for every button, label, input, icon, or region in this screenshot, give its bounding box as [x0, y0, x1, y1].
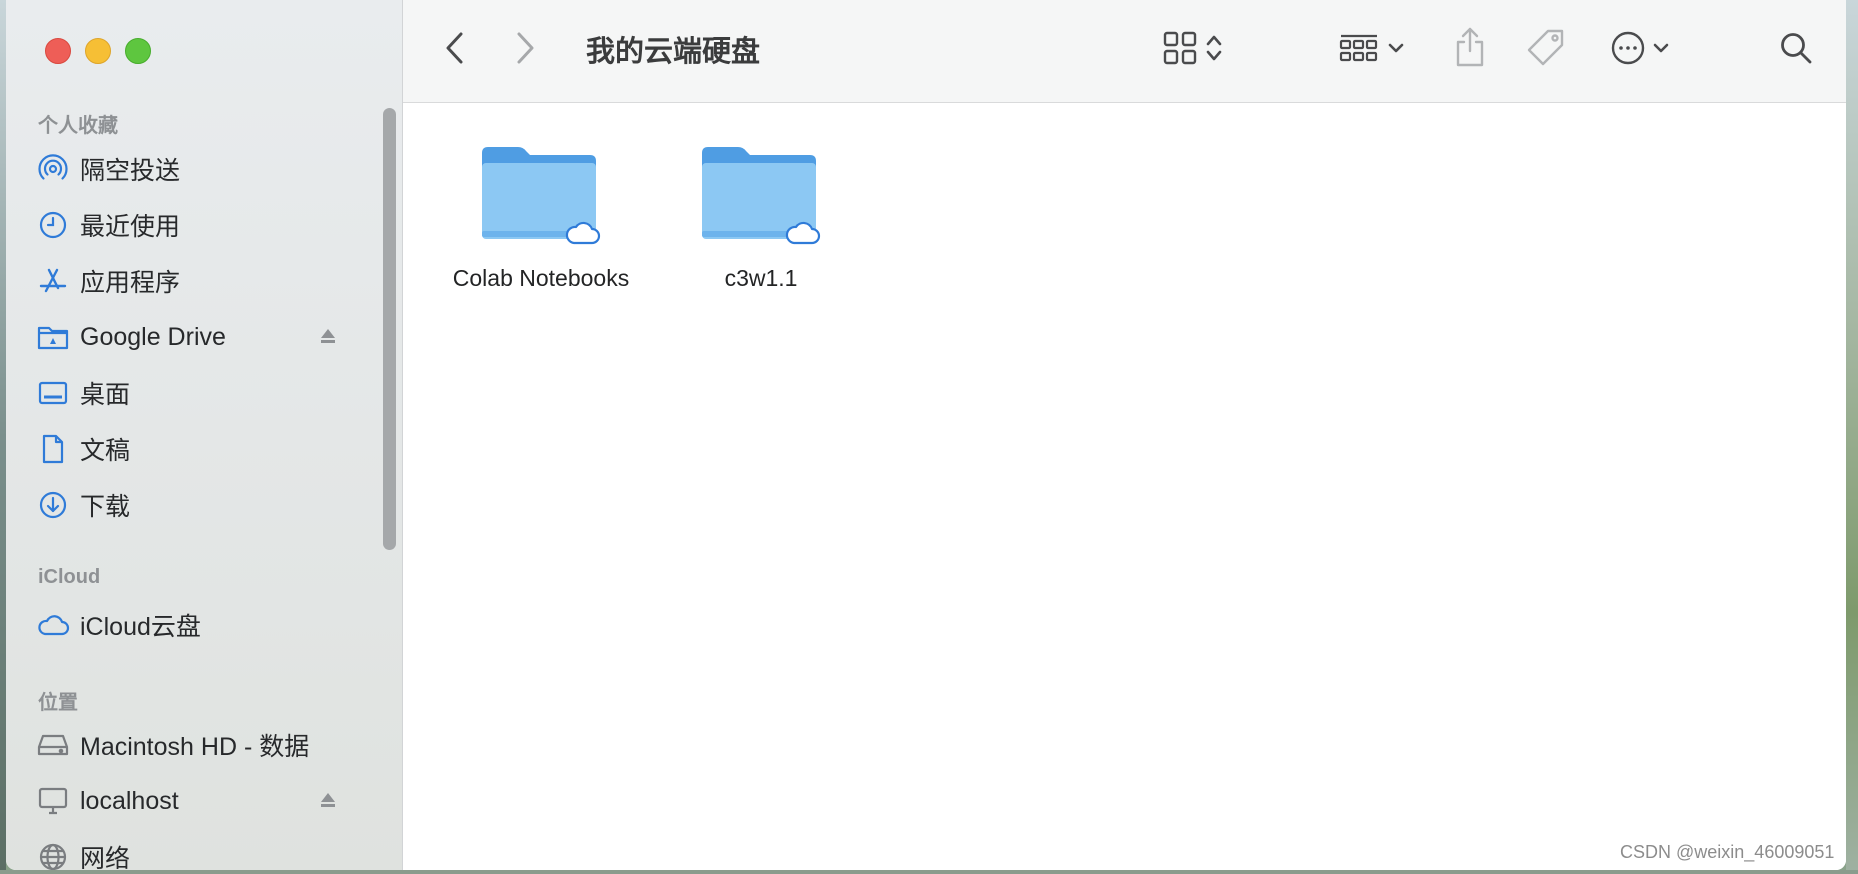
window-title: 我的云端硬盘 [586, 36, 761, 68]
file-item-folder[interactable]: Colab Notebooks [436, 103, 646, 291]
maximize-button[interactable] [125, 38, 151, 64]
search-button[interactable] [1774, 28, 1818, 72]
airdrop-icon [36, 152, 70, 186]
sidebar-item-google-drive[interactable]: Google Drive [28, 313, 368, 361]
chevron-down-icon [1652, 41, 1670, 60]
google-drive-folder-icon [36, 320, 70, 354]
finder-window: 个人收藏 隔空投送 最近使用 应用程序 Google Drive 桌面 文稿 下… [6, 0, 1846, 870]
network-icon [36, 840, 70, 870]
search-icon [1779, 31, 1813, 70]
sidebar-item-label: 网络 [80, 845, 131, 870]
sidebar-item-macintosh-hd[interactable]: Macintosh HD - 数据 [28, 721, 368, 769]
applications-icon [36, 264, 70, 298]
eject-icon[interactable] [318, 790, 340, 812]
file-name: Colab Notebooks [452, 265, 630, 291]
sidebar-item-documents[interactable]: 文稿 [28, 425, 368, 473]
sidebar-item-downloads[interactable]: 下载 [28, 481, 368, 529]
download-icon [36, 488, 70, 522]
chevron-left-icon [444, 31, 466, 70]
cloud-folder-icon [478, 139, 604, 249]
hard-drive-icon [36, 728, 70, 762]
section-label-locations: 位置 [38, 692, 78, 714]
watermark: CSDN @weixin_46009051 [1620, 842, 1835, 862]
sidebar-scrollbar-thumb[interactable] [383, 108, 396, 550]
file-browser-content: Colab Notebooks c3w1.1 [403, 103, 1846, 870]
group-grid-icon [1339, 33, 1379, 68]
share-icon [1454, 27, 1486, 72]
sidebar-item-label: 下载 [80, 493, 131, 521]
desktop-background-bottom [0, 870, 1858, 874]
share-button[interactable] [1448, 24, 1492, 74]
tag-button[interactable] [1521, 26, 1571, 74]
desktop-background-right [1846, 0, 1858, 874]
sidebar-item-localhost[interactable]: localhost [28, 777, 368, 825]
ellipsis-circle-icon [1610, 30, 1646, 71]
sidebar-item-label: localhost [80, 786, 179, 815]
close-button[interactable] [45, 38, 71, 64]
toolbar: 我的云端硬盘 [403, 0, 1846, 103]
file-name: c3w1.1 [724, 265, 798, 291]
section-label-favorites: 个人收藏 [38, 115, 118, 137]
sidebar-item-label: 应用程序 [80, 269, 181, 297]
sidebar-item-label: Macintosh HD - 数据 [80, 733, 310, 761]
sidebar-item-applications[interactable]: 应用程序 [28, 257, 368, 305]
cloud-folder-icon [698, 139, 824, 249]
sidebar-item-label: 隔空投送 [80, 157, 181, 185]
icloud-icon [36, 608, 70, 642]
sidebar-item-label: Google Drive [80, 322, 226, 351]
chevron-right-icon [514, 31, 536, 70]
back-button[interactable] [437, 30, 473, 70]
chevron-updown-icon [1205, 31, 1223, 70]
desktop-icon [36, 376, 70, 410]
computer-icon [36, 784, 70, 818]
document-icon [36, 432, 70, 466]
sidebar-scrollbar[interactable] [380, 104, 396, 554]
chevron-down-icon [1387, 41, 1405, 60]
sidebar-item-recents[interactable]: 最近使用 [28, 201, 368, 249]
eject-icon[interactable] [318, 326, 340, 348]
tag-icon [1526, 28, 1566, 73]
section-label-icloud: iCloud [38, 566, 101, 588]
file-item-folder[interactable]: c3w1.1 [656, 103, 866, 291]
sidebar-item-label: iCloud云盘 [80, 613, 201, 641]
sidebar-item-label: 桌面 [80, 381, 131, 409]
sidebar-item-airdrop[interactable]: 隔空投送 [28, 145, 368, 193]
sidebar-item-icloud-drive[interactable]: iCloud云盘 [28, 601, 368, 649]
sidebar-item-label: 最近使用 [80, 213, 181, 241]
forward-button[interactable] [507, 30, 543, 70]
minimize-button[interactable] [85, 38, 111, 64]
view-mode-button[interactable] [1158, 28, 1228, 72]
group-by-button[interactable] [1335, 28, 1409, 72]
sidebar-item-label: 文稿 [80, 437, 131, 465]
sidebar-item-desktop[interactable]: 桌面 [28, 369, 368, 417]
sidebar-item-network[interactable]: 网络 [28, 833, 368, 870]
icon-view-grid-icon [1163, 31, 1197, 70]
sidebar: 个人收藏 隔空投送 最近使用 应用程序 Google Drive 桌面 文稿 下… [6, 0, 403, 870]
clock-icon [36, 208, 70, 242]
more-actions-button[interactable] [1605, 28, 1675, 72]
